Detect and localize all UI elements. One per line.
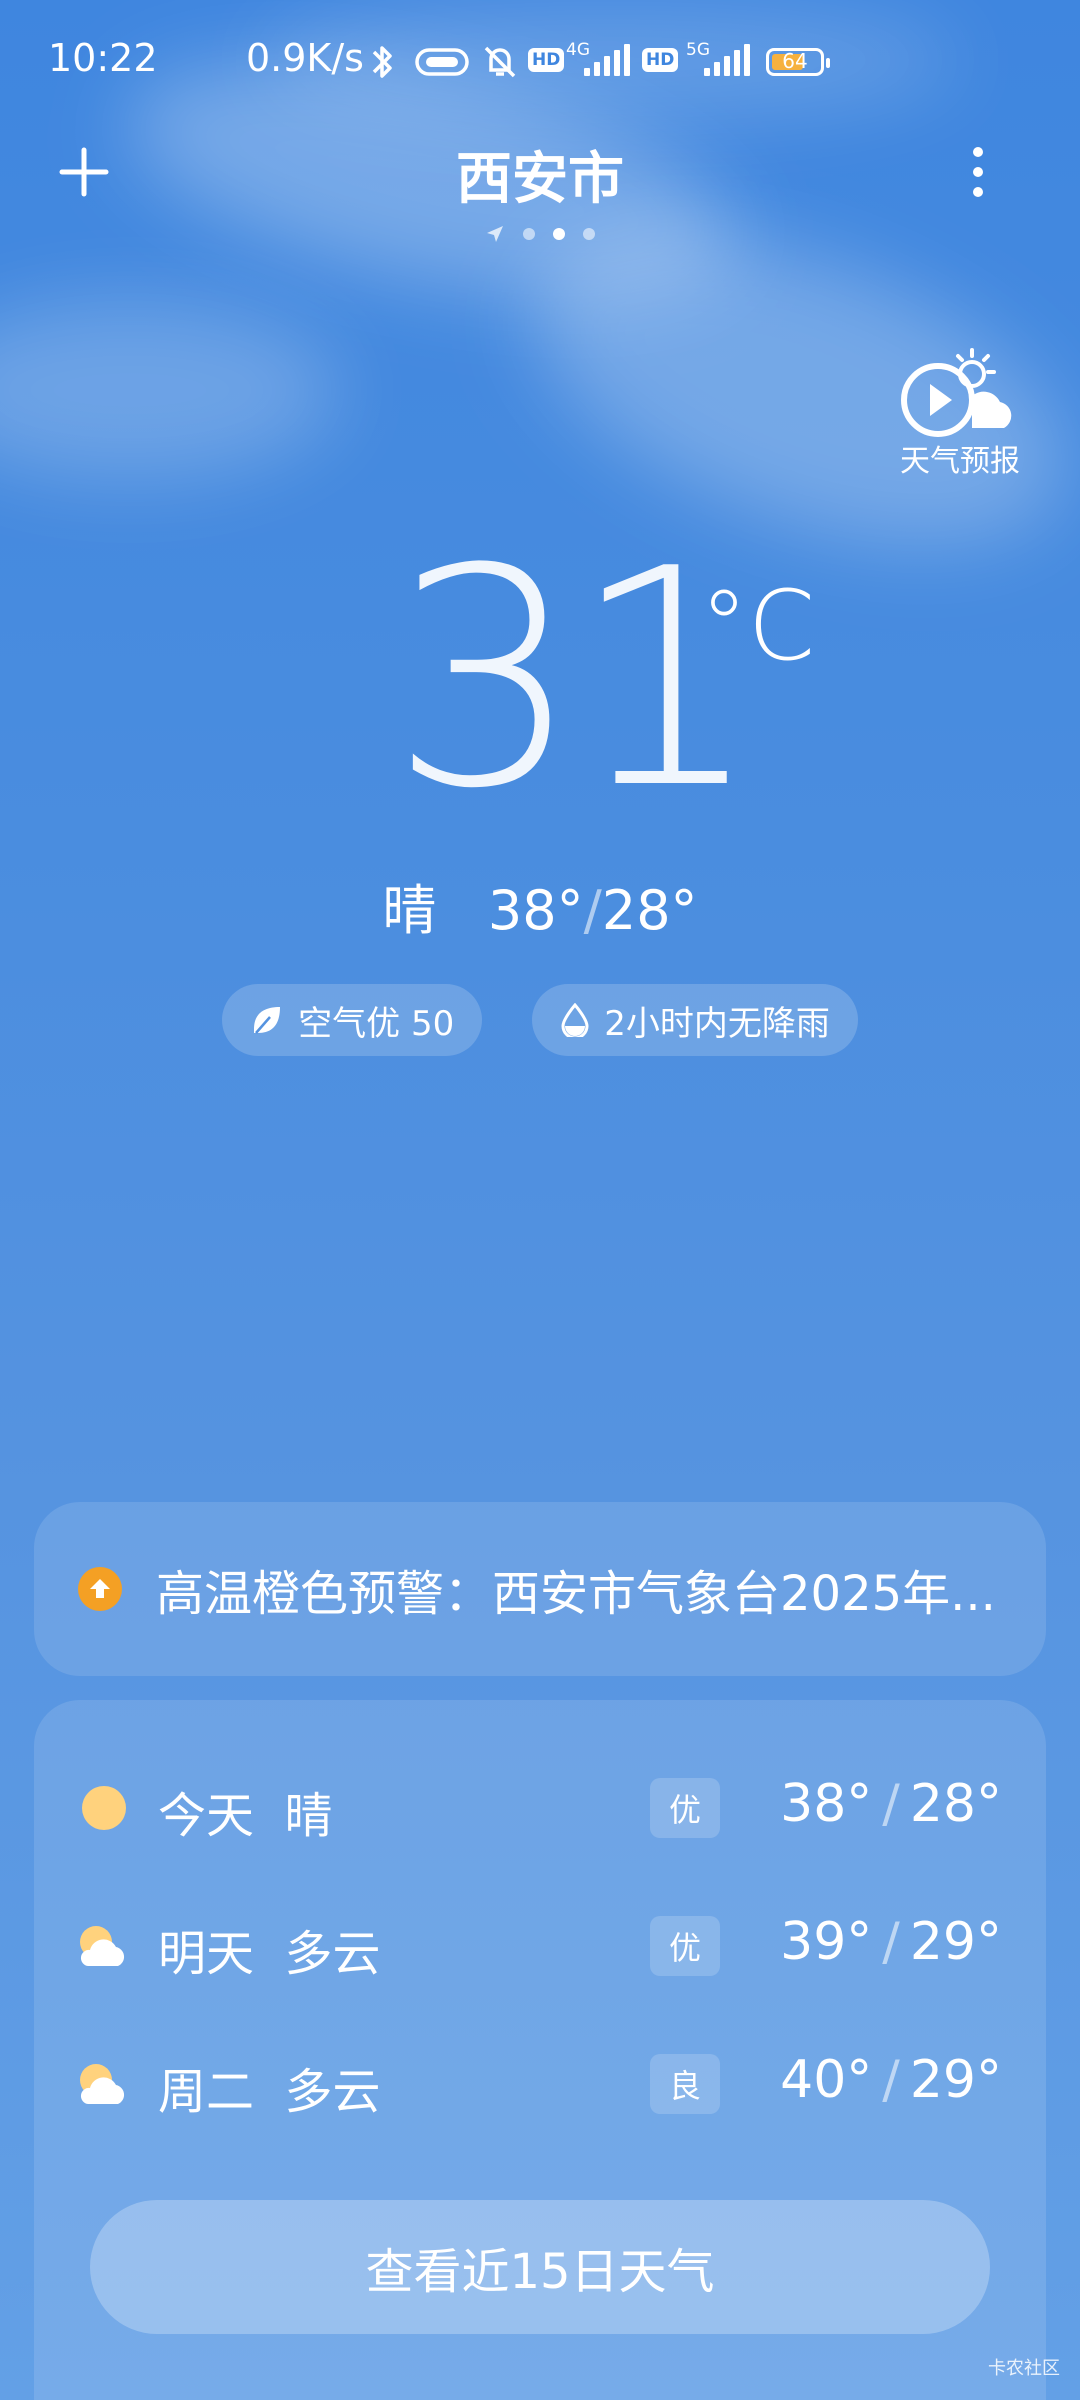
partly-cloudy-icon — [74, 2060, 130, 2112]
partly-cloudy-icon — [74, 1922, 130, 1974]
alert-arrow-icon — [78, 1567, 122, 1611]
more-vertical-icon — [973, 147, 983, 197]
day-label: 明天 多云 — [158, 1926, 381, 1982]
current-temperature: 31 — [390, 505, 762, 854]
forecast-row-tuesday[interactable]: 周二 多云 良 40°/29° — [34, 2034, 1046, 2134]
battery-level: 64 — [782, 49, 808, 73]
temperature-unit: °C — [700, 570, 816, 682]
today-low: 28° — [601, 879, 698, 942]
bell-muted-icon — [480, 42, 520, 86]
today-high: 38° — [487, 879, 584, 942]
hd-icon: HD — [528, 48, 565, 72]
leaf-icon — [254, 1007, 281, 1034]
signal-icon — [584, 42, 630, 76]
location-arrow-icon — [487, 226, 503, 242]
watermark: 卡农社区 — [988, 2358, 1060, 2379]
forecast-row-tomorrow[interactable]: 明天 多云 优 39°/29° — [34, 1896, 1046, 1996]
day-label: 周二 多云 — [158, 2064, 381, 2120]
status-time: 10:22 — [48, 36, 158, 80]
air-quality-badge: 良 — [650, 2054, 720, 2114]
hd-icon: HD — [642, 48, 679, 72]
rain-forecast-pill[interactable]: 2小时内无降雨 — [532, 984, 858, 1056]
more-options-button[interactable] — [960, 144, 996, 204]
info-pills: 空气优 50 2小时内无降雨 — [0, 984, 1080, 1056]
city-title[interactable]: 西安市 — [0, 134, 1080, 215]
alert-text: 高温橙色预警：西安市气象台2025年... — [156, 1566, 996, 1622]
air-quality-pill[interactable]: 空气优 50 — [222, 984, 483, 1056]
page-dot[interactable] — [523, 228, 535, 240]
network-speed: 0.9K/s — [246, 36, 364, 80]
status-bar: 10:22 0.9K/s HD 4G HD 5G 64 — [0, 0, 1080, 130]
air-quality-label: 空气优 50 — [298, 1003, 455, 1044]
current-condition: 晴 — [382, 879, 437, 942]
sun-icon — [80, 1784, 128, 1836]
temp-separator: / — [583, 879, 602, 942]
current-condition-row: 晴 38°/28° — [0, 866, 1080, 945]
bluetooth-icon — [366, 42, 400, 86]
day-label: 今天 晴 — [158, 1788, 333, 1844]
day-temperature: 39°/29° — [780, 1912, 1002, 1972]
view-15-day-button[interactable]: 查看近15日天气 — [90, 2200, 990, 2334]
weather-alert-card[interactable]: 高温橙色预警：西安市气象台2025年... — [34, 1502, 1046, 1676]
air-quality-badge: 优 — [650, 1778, 720, 1838]
weather-screen: 10:22 0.9K/s HD 4G HD 5G 64 西安市 天气预报 31 … — [0, 0, 1080, 2400]
nfc-icon — [414, 42, 470, 86]
page-dot[interactable] — [583, 228, 595, 240]
signal-icon — [704, 42, 750, 76]
battery-icon: 64 — [766, 48, 830, 76]
raindrop-icon — [561, 1003, 589, 1037]
forecast-row-today[interactable]: 今天 晴 优 38°/28° — [34, 1758, 1046, 1858]
page-dot-active[interactable] — [553, 228, 565, 240]
day-temperature: 40°/29° — [780, 2050, 1002, 2110]
rain-forecast-label: 2小时内无降雨 — [604, 1003, 830, 1044]
cloud-decoration — [0, 300, 340, 480]
weather-forecast-label[interactable]: 天气预报 — [880, 436, 1040, 480]
daily-forecast-card: 今天 晴 优 38°/28° 明天 多云 优 39°/29° 周二 多云 良 4… — [34, 1700, 1046, 2400]
play-cloud-icon — [901, 348, 1012, 437]
day-temperature: 38°/28° — [780, 1774, 1002, 1834]
page-indicator — [0, 224, 1080, 244]
air-quality-badge: 优 — [650, 1916, 720, 1976]
